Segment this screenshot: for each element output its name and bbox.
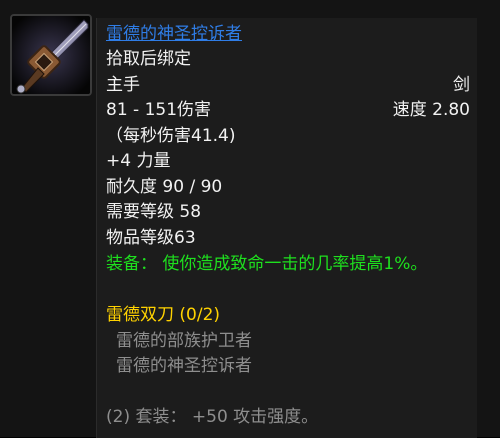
set-title: 雷德双刀 (0/2) bbox=[106, 305, 221, 325]
item-slot: 主手 bbox=[106, 75, 140, 95]
item-stat: +4 力量 bbox=[106, 151, 171, 171]
item-binding: 拾取后绑定 bbox=[106, 49, 191, 69]
item-type: 剑 bbox=[453, 75, 470, 95]
item-name[interactable]: 雷德的神圣控诉者 bbox=[106, 22, 242, 46]
set-bonus: (2) 套装： +50 攻击强度。 bbox=[106, 407, 319, 427]
set-piece: 雷德的部族护卫者 bbox=[116, 331, 252, 351]
item-equip-effect: 装备： 使你造成致命一击的几率提高1%。 bbox=[106, 254, 428, 274]
item-damage: 81 - 151伤害 bbox=[106, 100, 212, 120]
item-speed: 速度 2.80 bbox=[392, 100, 470, 120]
item-dps: （每秒伤害41.4) bbox=[106, 126, 236, 146]
set-piece: 雷德的神圣控诉者 bbox=[116, 356, 252, 376]
item-durability: 耐久度 90 / 90 bbox=[106, 177, 223, 197]
item-level: 物品等级63 bbox=[106, 228, 196, 248]
item-tooltip: 雷德的神圣控诉者 拾取后绑定 主手 剑 81 - 151伤害 速度 2.80 （… bbox=[0, 0, 500, 438]
item-icon-slot[interactable] bbox=[10, 14, 92, 96]
sword-icon bbox=[12, 16, 90, 94]
item-required-level: 需要等级 58 bbox=[106, 202, 202, 222]
item-details: 雷德的神圣控诉者 拾取后绑定 主手 剑 81 - 151伤害 速度 2.80 （… bbox=[96, 18, 477, 438]
